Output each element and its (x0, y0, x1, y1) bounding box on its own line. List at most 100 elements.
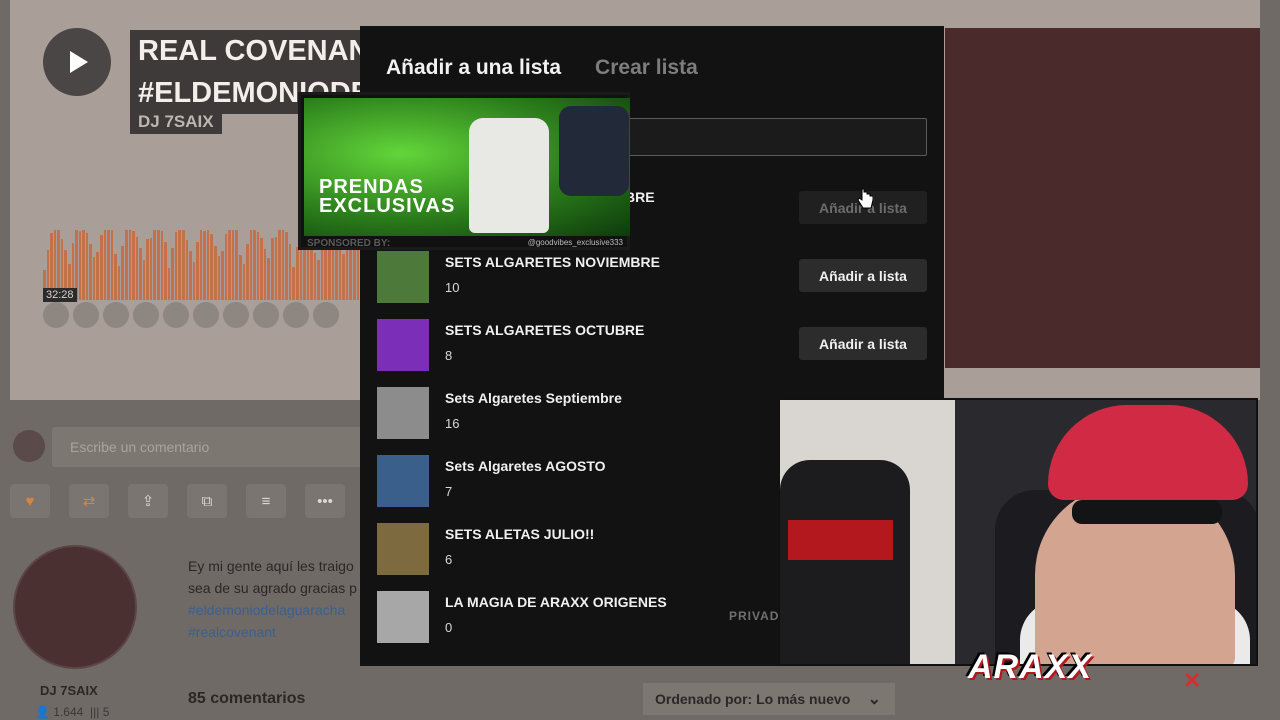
waveform-bar (295, 246, 299, 300)
hashtag-link[interactable]: #realcovenant (188, 621, 368, 643)
comment-input[interactable]: Escribe un comentario (52, 427, 362, 467)
track-description: Ey mi gente aquí les traigo sea de su ag… (188, 555, 368, 643)
playlist-track-count: 8 (445, 348, 453, 363)
waveform-bar (221, 250, 224, 300)
followers-count: 1.644 (53, 705, 84, 719)
playlist-filter-input[interactable] (590, 118, 927, 156)
playlist-thumbnail (377, 387, 429, 439)
playlist-row: SETS ALGARETES NOVIEMBRE 10 Añadir a lis… (377, 251, 927, 303)
waveform-bar (110, 230, 114, 300)
waveform-bar (278, 230, 281, 300)
webcam-chair (780, 460, 910, 664)
playlist-track-count: 0 (445, 620, 453, 635)
waveform-bar (242, 264, 246, 300)
commenter-avatar[interactable] (73, 302, 99, 328)
queue-icon: ≡ (261, 492, 271, 510)
ad-handle: @goodvibes_exclusive333 (527, 238, 623, 247)
waveform-bar (206, 230, 210, 300)
ad-title-line2: EXCLUSIVAS (319, 195, 456, 217)
playlist-track-count: 7 (445, 484, 453, 499)
like-button[interactable]: ♥ (10, 484, 50, 518)
webcam-overlay (778, 398, 1258, 666)
repost-icon: ⇄ (82, 493, 96, 510)
commenter-avatar[interactable] (163, 302, 189, 328)
sort-dropdown[interactable]: Ordenado por: Lo más nuevo ⌄ (643, 683, 895, 715)
waveform-bar (281, 230, 285, 300)
waveform-bar (288, 243, 292, 300)
waveform-bar (317, 260, 320, 300)
commenter-avatar[interactable] (103, 302, 129, 328)
add-to-playlist-button[interactable]: Añadir a lista (799, 327, 927, 360)
waveform-bar (178, 230, 181, 300)
playlist-track-count: 10 (445, 280, 460, 295)
waveform-bar (231, 230, 235, 300)
waveform-bar (135, 236, 139, 300)
waveform-commenters (43, 302, 363, 330)
modal-tabs: Añadir a una lista Crear lista (386, 56, 698, 80)
commenter-avatar[interactable] (193, 302, 219, 328)
waveform-bar (103, 230, 107, 300)
playlist-thumbnail (377, 251, 429, 303)
ad-title: PRENDAS EXCLUSIVAS (319, 177, 456, 217)
ad-image: PRENDAS EXCLUSIVAS (304, 98, 630, 236)
private-badge: PRIVAD (729, 609, 780, 623)
commenter-avatar[interactable] (223, 302, 249, 328)
hashtag-link[interactable]: #eldemoniodelaguaracha (188, 599, 368, 621)
waveform-bar (121, 245, 124, 300)
waveform-bar (185, 239, 189, 300)
share-button[interactable]: ⇪ (128, 484, 168, 518)
copy-link-button[interactable]: ⧉ (187, 484, 227, 518)
commenter-avatar[interactable] (133, 302, 159, 328)
share-icon: ⇪ (141, 493, 155, 510)
waveform-bar (217, 255, 221, 300)
playlist-track-count: 6 (445, 552, 453, 567)
playlist-name: SETS ALGARETES OCTUBRE (445, 322, 645, 338)
playlist-name: SETS ALGARETES NOVIEMBRE (445, 254, 660, 270)
waveform-bar (199, 230, 203, 300)
artist-link[interactable]: DJ 7SAIX (130, 110, 222, 134)
sponsored-label: SPONSORED BY: (307, 238, 391, 249)
track-duration: 32:28 (43, 288, 77, 302)
waveform-bar (85, 233, 89, 300)
waveform-bar (171, 248, 174, 300)
waveform-bar (160, 230, 164, 300)
tab-add-to-playlist[interactable]: Añadir a una lista (386, 56, 561, 80)
tab-create-playlist[interactable]: Crear lista (595, 56, 698, 80)
waveform-bar (292, 266, 295, 300)
play-button[interactable] (43, 28, 111, 96)
profile-avatar[interactable] (13, 545, 137, 669)
waveform-bar (157, 230, 160, 300)
waveform-bar (224, 234, 228, 300)
waveform-bar (107, 230, 110, 300)
waveform-bar (82, 230, 85, 300)
profile-name[interactable]: DJ 7SAIX (40, 683, 98, 698)
commenter-avatar[interactable] (253, 302, 279, 328)
waveform-bar (260, 237, 263, 300)
add-to-next-up-button[interactable]: ≡ (246, 484, 286, 518)
waveform-bar (338, 247, 342, 300)
commenter-avatar[interactable] (283, 302, 309, 328)
playlist-track-count: 16 (445, 416, 460, 431)
description-text: Ey mi gente aquí les traigo (188, 558, 354, 574)
repost-button[interactable]: ⇄ (69, 484, 109, 518)
profile-stats: 👤 1.644 ||| 5 (35, 705, 109, 719)
waveform-bar (249, 230, 253, 300)
waveform-bar (92, 257, 96, 300)
webcam-cap (1048, 405, 1248, 500)
playlist-thumbnail (377, 523, 429, 575)
commenter-avatar[interactable] (43, 302, 69, 328)
add-to-playlist-button[interactable]: Añadir a lista (799, 259, 927, 292)
waveform-bar (313, 253, 317, 300)
more-button[interactable]: ••• (305, 484, 345, 518)
sponsored-ad[interactable]: PRENDAS EXCLUSIVAS SPONSORED BY: @goodvi… (298, 92, 630, 250)
commenter-avatar[interactable] (313, 302, 339, 328)
waveform-bar (203, 230, 206, 300)
hand-cursor-icon (857, 188, 873, 209)
waveform-bar (345, 249, 349, 300)
waveform-bar (174, 231, 178, 300)
waveform-bar (100, 235, 103, 300)
waveform-bar (164, 242, 167, 300)
waveform-bar (196, 241, 199, 300)
tracks-count: 5 (102, 705, 110, 719)
waveform-bar (274, 236, 278, 300)
